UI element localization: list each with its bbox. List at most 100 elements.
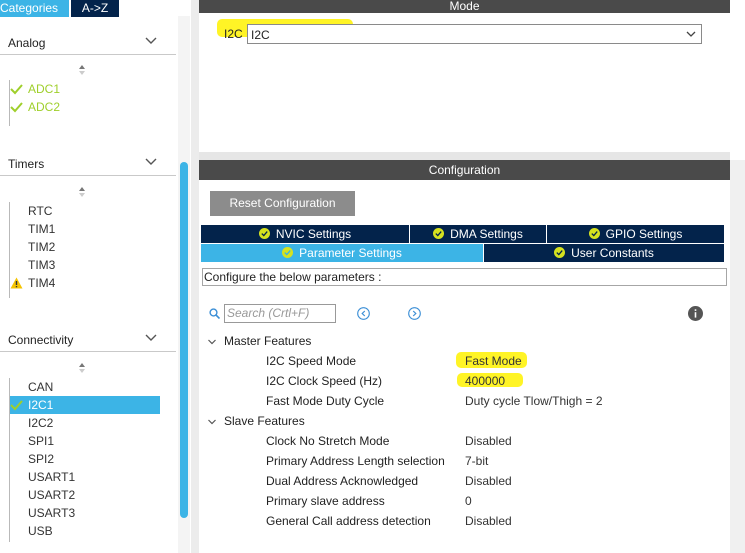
- sidebar-item-label: SPI1: [28, 434, 55, 448]
- section-title-analog: Analog: [8, 36, 46, 50]
- sort-icon[interactable]: [76, 186, 88, 198]
- tab-categories[interactable]: Categories: [0, 0, 69, 17]
- param-value[interactable]: Disabled: [465, 434, 512, 448]
- sort-icon[interactable]: [76, 362, 88, 374]
- chevron-down-icon[interactable]: [207, 417, 217, 427]
- group-master-features: Master Features: [224, 334, 312, 348]
- param-name: I2C Speed Mode: [266, 354, 357, 368]
- sidebar-item-usart1[interactable]: USART1: [10, 468, 160, 486]
- sidebar-item-usb[interactable]: USB: [10, 522, 160, 540]
- param-value[interactable]: Disabled: [465, 514, 512, 528]
- mode-select[interactable]: I2C: [247, 24, 702, 44]
- section-title-timers: Timers: [8, 157, 45, 171]
- param-value[interactable]: 7-bit: [465, 454, 488, 468]
- configuration-panel: Configuration Reset Configuration NVIC S…: [199, 160, 730, 553]
- sidebar-item-adc1[interactable]: ADC1: [10, 80, 160, 98]
- check-icon: [10, 84, 23, 95]
- sidebar-item-label: USART3: [28, 506, 76, 520]
- tab-parameter-settings[interactable]: Parameter Settings: [201, 244, 483, 262]
- sidebar-item-tim4[interactable]: TIM4: [10, 274, 160, 292]
- param-name: General Call address detection: [266, 514, 431, 528]
- sidebar-item-label: USB: [28, 524, 53, 538]
- sidebar-item-label: SPI2: [28, 452, 55, 466]
- next-icon[interactable]: [408, 307, 421, 320]
- reset-configuration-button[interactable]: Reset Configuration: [210, 191, 355, 216]
- previous-icon[interactable]: [357, 307, 370, 320]
- mode-select-value: I2C: [251, 28, 270, 42]
- categories-sidebar: Categories A->Z Analog ADC1 ADC2 Timers …: [0, 0, 192, 553]
- sidebar-item-spi1[interactable]: SPI1: [10, 432, 160, 450]
- configuration-scrollbar[interactable]: [730, 160, 745, 553]
- configuration-description: Configure the below parameters :: [202, 268, 727, 286]
- tab-label: NVIC Settings: [275, 227, 352, 241]
- section-title-connectivity: Connectivity: [8, 333, 74, 347]
- param-value[interactable]: Duty cycle Tlow/Thigh = 2: [465, 394, 603, 408]
- sidebar-item-adc2[interactable]: ADC2: [10, 98, 160, 116]
- sidebar-item-tim1[interactable]: TIM1: [10, 220, 160, 238]
- tab-label: GPIO Settings: [605, 227, 683, 241]
- sidebar-item-label: ADC1: [28, 82, 61, 96]
- sidebar-item-i2c1[interactable]: I2C1: [10, 396, 160, 414]
- tab-label: Parameter Settings: [299, 246, 402, 260]
- search-input[interactable]: Search (Crtl+F): [224, 304, 336, 323]
- sidebar-item-label: CAN: [28, 380, 54, 394]
- configuration-header: Configuration: [199, 160, 730, 180]
- param-value[interactable]: Fast Mode: [465, 354, 522, 368]
- sidebar-item-rtc[interactable]: RTC: [10, 202, 160, 220]
- mode-header: Mode: [199, 0, 730, 13]
- section-header-analog[interactable]: Analog: [0, 29, 176, 55]
- sidebar-item-label: TIM3: [28, 258, 56, 272]
- sidebar-item-usart2[interactable]: USART2: [10, 486, 160, 504]
- sidebar-scrollbar-thumb[interactable]: [180, 162, 188, 518]
- sidebar-item-can[interactable]: CAN: [10, 378, 160, 396]
- mode-label: I2C: [224, 27, 243, 41]
- sidebar-item-label: RTC: [28, 204, 53, 218]
- param-value[interactable]: 400000: [465, 374, 505, 388]
- check-icon: [10, 400, 23, 411]
- param-name: I2C Clock Speed (Hz): [266, 374, 383, 388]
- tab-gpio-settings[interactable]: GPIO Settings: [547, 225, 724, 243]
- sidebar-item-spi2[interactable]: SPI2: [10, 450, 160, 468]
- info-icon[interactable]: [688, 306, 703, 321]
- sidebar-item-label: I2C1: [28, 398, 54, 412]
- sidebar-item-label: USART1: [28, 470, 76, 484]
- tab-nvic-settings[interactable]: NVIC Settings: [201, 225, 409, 243]
- param-value[interactable]: Disabled: [465, 474, 512, 488]
- sidebar-item-label: ADC2: [28, 100, 61, 114]
- section-header-connectivity[interactable]: Connectivity: [0, 326, 176, 352]
- tab-a-to-z[interactable]: A->Z: [71, 0, 119, 17]
- search-icon: [209, 308, 220, 319]
- chevron-down-icon[interactable]: [685, 28, 697, 40]
- warning-icon: [10, 277, 23, 289]
- chevron-down-icon[interactable]: [207, 337, 217, 347]
- sort-icon[interactable]: [76, 64, 88, 76]
- tab-label: DMA Settings: [450, 227, 523, 241]
- tab-user-constants[interactable]: User Constants: [484, 244, 724, 262]
- check-icon: [10, 102, 23, 113]
- group-slave-features: Slave Features: [224, 414, 305, 428]
- sidebar-item-label: TIM4: [28, 276, 56, 290]
- check-circle-icon: [433, 228, 445, 239]
- param-name: Primary Address Length selection: [266, 454, 445, 468]
- sidebar-item-label: I2C2: [28, 416, 54, 430]
- sidebar-item-label: USART2: [28, 488, 76, 502]
- mode-panel: Mode I2C I2C: [199, 0, 730, 152]
- param-name: Dual Address Acknowledged: [266, 474, 419, 488]
- check-circle-icon: [258, 228, 270, 239]
- section-header-timers[interactable]: Timers: [0, 150, 176, 176]
- sidebar-item-label: TIM1: [28, 222, 56, 236]
- sidebar-item-tim2[interactable]: TIM2: [10, 238, 160, 256]
- tab-dma-settings[interactable]: DMA Settings: [410, 225, 546, 243]
- chevron-down-icon[interactable]: [144, 155, 158, 169]
- param-name: Primary slave address: [266, 494, 385, 508]
- sidebar-item-tim3[interactable]: TIM3: [10, 256, 160, 274]
- panel-divider[interactable]: [191, 0, 199, 553]
- panel-separator: [199, 152, 730, 160]
- param-value[interactable]: 0: [465, 494, 472, 508]
- chevron-down-icon[interactable]: [144, 331, 158, 345]
- sidebar-item-usart3[interactable]: USART3: [10, 504, 160, 522]
- check-circle-icon: [282, 247, 294, 258]
- chevron-down-icon[interactable]: [144, 34, 158, 48]
- sidebar-item-i2c2[interactable]: I2C2: [10, 414, 160, 432]
- param-name: Fast Mode Duty Cycle: [266, 394, 385, 408]
